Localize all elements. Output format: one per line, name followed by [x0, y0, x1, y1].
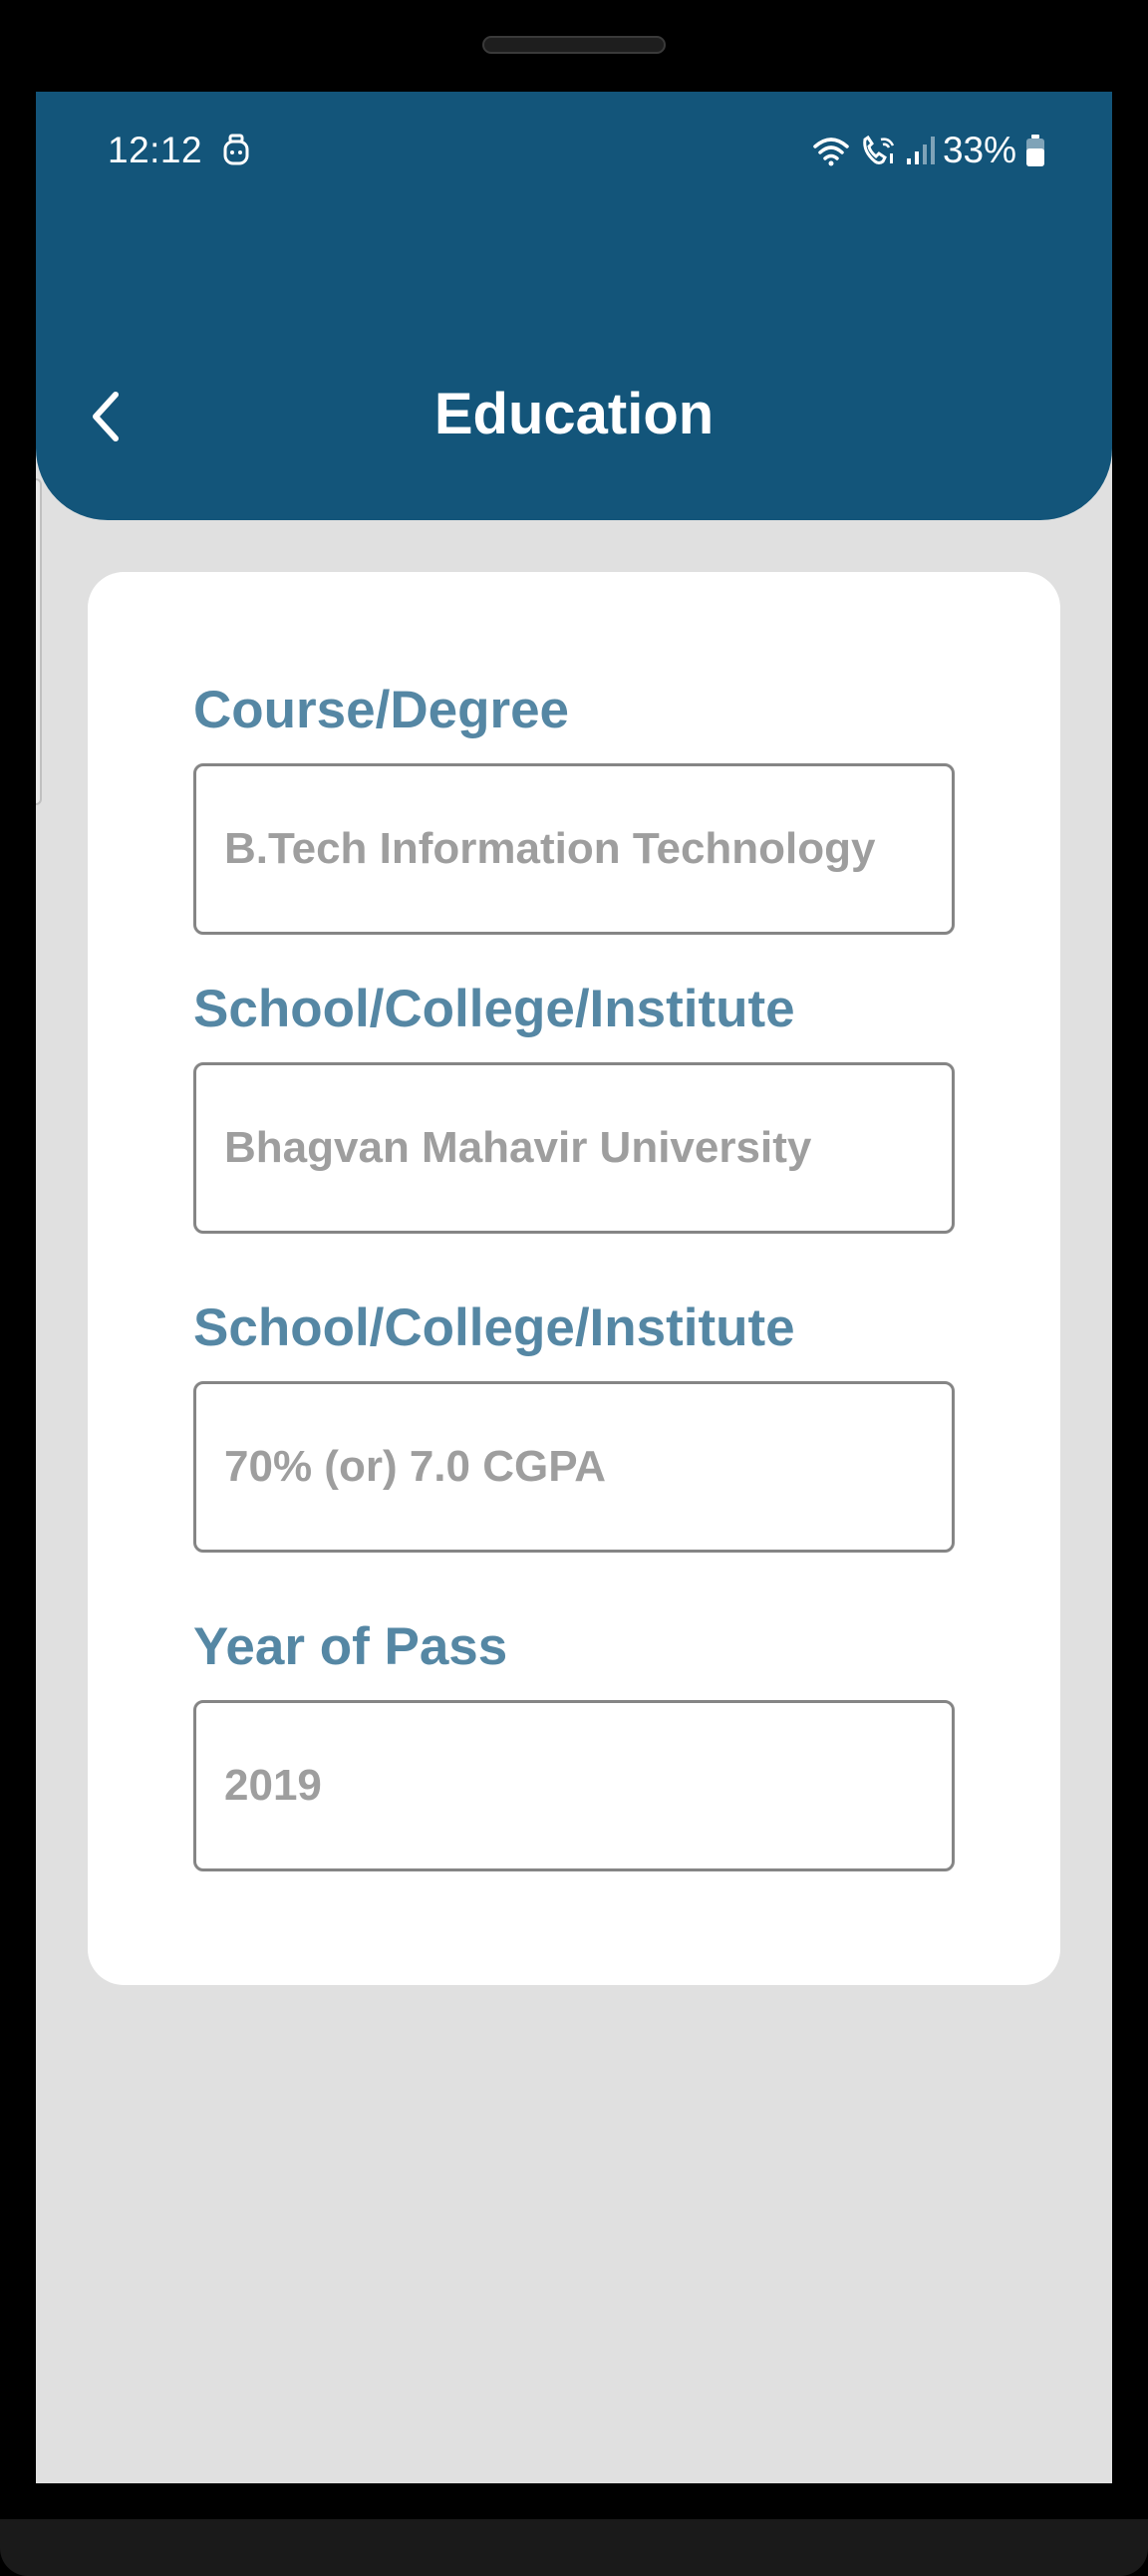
institute-label: School/College/Institute: [193, 980, 795, 1038]
institute-placeholder: Bhagvan Mahavir University: [224, 1123, 812, 1172]
status-icons: 33%: [811, 130, 1046, 171]
grade-label: School/College/Institute: [193, 1298, 795, 1357]
grade-input[interactable]: 70% (or) 7.0 CGPA: [193, 1381, 955, 1553]
year-of-pass-label: Year of Pass: [193, 1617, 508, 1676]
page-title: Education: [433, 382, 715, 446]
app-header: 12:12 33% Education: [36, 92, 1112, 520]
course-degree-input[interactable]: B.Tech Information Technology: [193, 763, 955, 935]
battery-percentage: 33%: [942, 130, 1016, 170]
education-form-card: Course/Degree B.Tech Information Technol…: [88, 572, 1060, 1985]
phone-bottom-bezel: [0, 2519, 1148, 2576]
status-time: 12:12: [108, 130, 203, 170]
screen: 12:12 33% Education Course/Degree B.Tech…: [36, 92, 1112, 2483]
edge-panel-handle[interactable]: [36, 478, 42, 805]
phone-frame: 12:12 33% Education Course/Degree B.Tech…: [0, 0, 1148, 2576]
status-bar: 12:12 33%: [36, 92, 1112, 211]
year-of-pass-input[interactable]: 2019: [193, 1700, 955, 1871]
earpiece-speaker: [482, 36, 666, 54]
app-notification-icon: [221, 134, 251, 167]
course-degree-placeholder: B.Tech Information Technology: [224, 824, 876, 873]
wifi-icon: [811, 135, 851, 166]
year-of-pass-placeholder: 2019: [224, 1761, 322, 1810]
course-degree-label: Course/Degree: [193, 681, 570, 739]
signal-icon: [905, 135, 935, 166]
grade-placeholder: 70% (or) 7.0 CGPA: [224, 1442, 607, 1491]
wifi-call-icon: [859, 134, 897, 167]
battery-icon: [1024, 134, 1046, 167]
institute-input[interactable]: Bhagvan Mahavir University: [193, 1062, 955, 1234]
